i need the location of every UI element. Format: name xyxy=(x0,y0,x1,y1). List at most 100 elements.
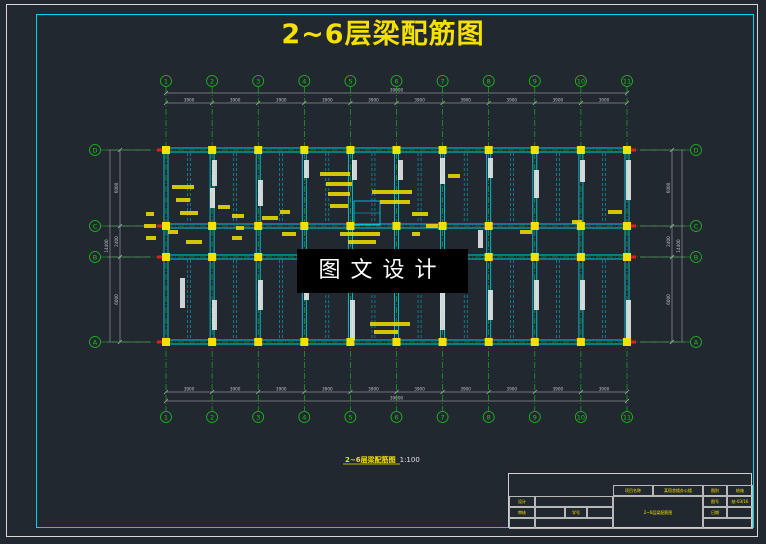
axis-bubble-top-label: 11 xyxy=(623,77,631,85)
right-row-dimension: 6000 xyxy=(666,182,671,193)
rebar-note xyxy=(488,290,493,320)
left-overall-width: 14400 xyxy=(104,239,109,253)
tb-student-value xyxy=(587,507,613,518)
column xyxy=(392,338,401,346)
column xyxy=(162,253,170,261)
rebar-note xyxy=(146,212,154,216)
bay-dimension: 3900 xyxy=(553,98,564,103)
rebar-note xyxy=(258,180,263,206)
axis-bubble-top-label: 1 xyxy=(164,77,168,85)
left-row-dimension: 6000 xyxy=(114,294,119,305)
axis-bubble-top-label: 3 xyxy=(256,77,260,85)
caption-name: 2~6层梁配筋图 xyxy=(345,456,396,464)
axis-bubble-left-label: A xyxy=(93,338,98,346)
rebar-note xyxy=(180,211,198,215)
bay-dimension: 3900 xyxy=(276,387,287,392)
rebar-note xyxy=(380,200,410,204)
column xyxy=(254,222,263,230)
column xyxy=(530,338,539,346)
rebar-note xyxy=(236,226,244,230)
bay-dimension: 3900 xyxy=(414,98,425,103)
rebar-note xyxy=(412,212,428,216)
column xyxy=(623,338,631,346)
bay-dimension: 3900 xyxy=(506,387,517,392)
rebar-note xyxy=(262,216,278,220)
column xyxy=(300,222,309,230)
tb-check-value xyxy=(535,507,565,518)
rebar-note xyxy=(608,210,622,214)
bay-dimension: 3900 xyxy=(599,387,610,392)
bay-dimension: 3900 xyxy=(230,387,241,392)
rebar-note xyxy=(212,300,217,330)
axis-bubble-right-label: B xyxy=(694,253,698,261)
rebar-note xyxy=(370,322,410,326)
column xyxy=(300,146,309,154)
column xyxy=(623,253,631,261)
rebar-note xyxy=(326,182,352,186)
title-block: 项目名称 某宿舍楼办公楼 设计 审核 学号 2~6层梁配筋图 图别 结施 图号 … xyxy=(508,473,753,529)
rebar-note xyxy=(180,278,185,308)
rebar-note xyxy=(398,160,403,180)
axis-bubble-right-label: C xyxy=(694,222,699,230)
drawing-caption: 2~6层梁配筋图 1:100 xyxy=(345,455,420,465)
axis-bubble-bottom-label: 11 xyxy=(623,413,631,421)
column xyxy=(484,253,493,261)
tb-drawing-name: 2~6层梁配筋图 xyxy=(613,496,703,529)
column xyxy=(392,146,401,154)
rebar-note xyxy=(212,160,217,186)
column xyxy=(576,338,585,346)
column xyxy=(530,146,539,154)
column xyxy=(208,253,217,261)
rebar-note xyxy=(348,240,376,244)
bay-dimension: 3900 xyxy=(368,387,379,392)
rebar-note xyxy=(352,160,357,180)
column xyxy=(484,146,493,154)
column xyxy=(346,338,355,346)
rebar-note xyxy=(330,204,348,208)
tb-sheet-value: 结施 xyxy=(727,485,753,496)
column xyxy=(576,253,585,261)
tb-project-label: 项目名称 xyxy=(613,485,653,496)
axis-bubble-bottom-label: 8 xyxy=(487,413,491,421)
column xyxy=(208,338,217,346)
column xyxy=(346,222,355,230)
tb-project-value: 某宿舍楼办公楼 xyxy=(653,485,703,496)
tb-blank-value xyxy=(535,518,613,529)
rebar-note xyxy=(186,240,202,244)
caption-scale: 1:100 xyxy=(399,456,420,464)
tb-blank-right xyxy=(703,518,753,529)
axis-bubble-bottom-label: 9 xyxy=(533,413,537,421)
rebar-note xyxy=(374,330,398,334)
right-row-dimension: 2400 xyxy=(666,236,671,247)
tb-sheet-label: 图别 xyxy=(703,485,727,496)
axis-bubble-bottom-label: 1 xyxy=(164,413,168,421)
rebar-note xyxy=(488,158,493,178)
column xyxy=(162,338,170,346)
bay-dimension: 3900 xyxy=(368,98,379,103)
bay-dimension: 3900 xyxy=(553,387,564,392)
rebar-note xyxy=(320,172,350,176)
axis-bubble-top-label: 9 xyxy=(533,77,537,85)
rebar-note xyxy=(372,190,412,194)
axis-bubble-bottom-label: 2 xyxy=(210,413,214,421)
left-row-dimension: 6000 xyxy=(114,182,119,193)
tb-student-label: 学号 xyxy=(565,507,587,518)
column xyxy=(438,338,447,346)
tb-date-label: 日期 xyxy=(703,507,727,518)
column xyxy=(484,222,493,230)
bay-dimension: 3900 xyxy=(414,387,425,392)
axis-bubble-top-label: 5 xyxy=(348,77,352,85)
column xyxy=(392,222,401,230)
rebar-note xyxy=(258,280,263,310)
axis-bubble-left-label: D xyxy=(92,146,97,154)
axis-bubble-bottom-label: 10 xyxy=(577,413,585,421)
column xyxy=(254,253,263,261)
column xyxy=(208,222,217,230)
tb-designer-value xyxy=(535,496,613,507)
column xyxy=(623,222,631,230)
bay-dimension: 3900 xyxy=(230,98,241,103)
bay-dimension: 3900 xyxy=(460,387,471,392)
column xyxy=(346,146,355,154)
column xyxy=(254,338,263,346)
rebar-note xyxy=(304,160,309,178)
